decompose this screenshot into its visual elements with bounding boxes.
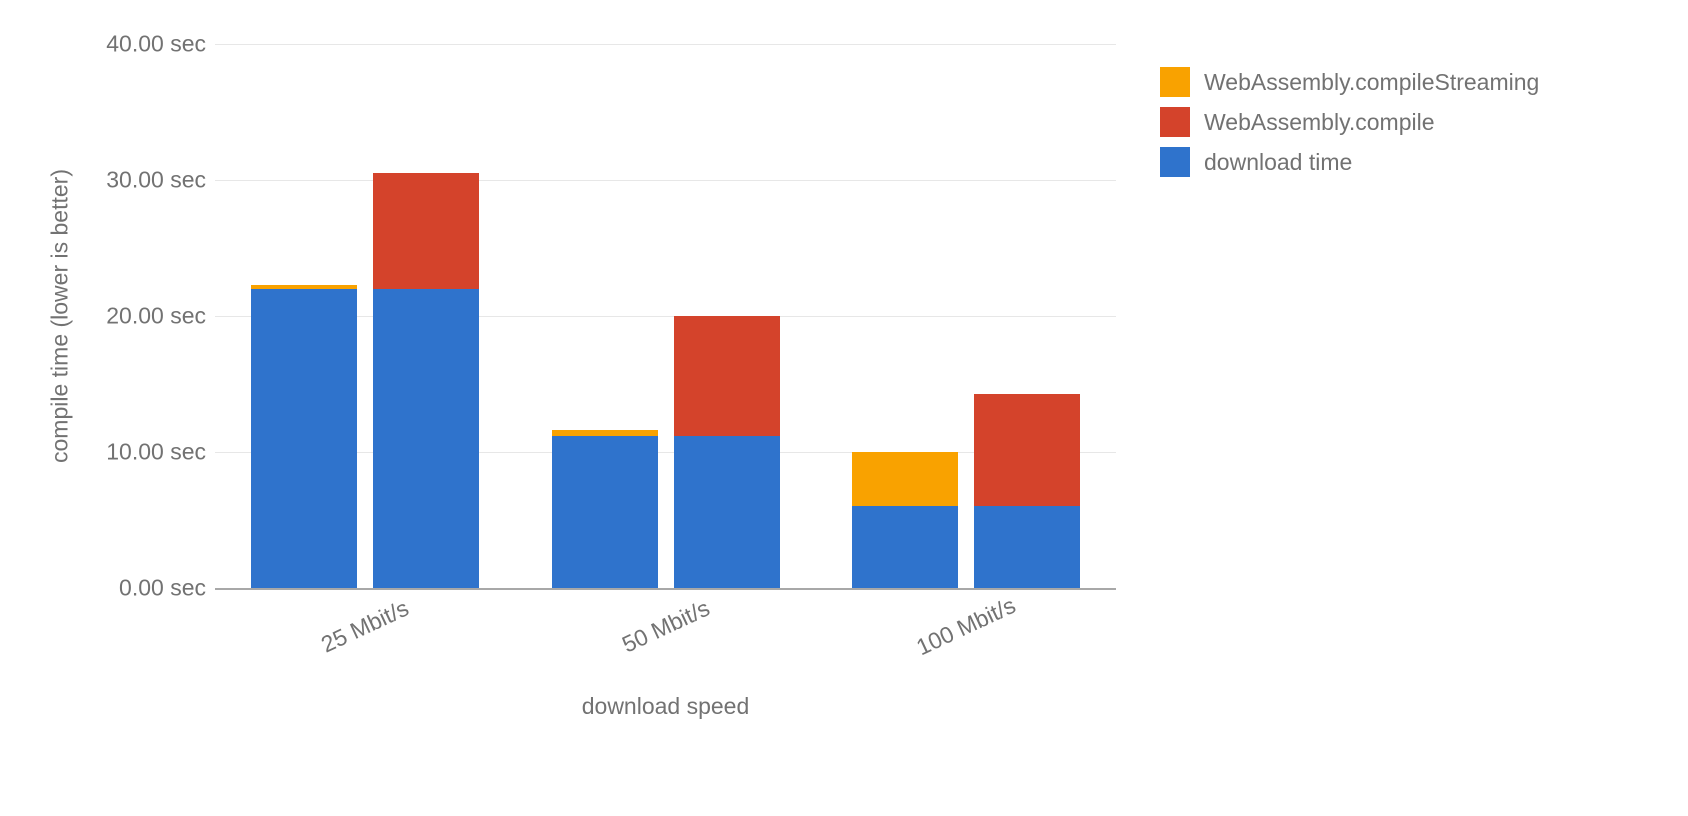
bar-segment [852,452,958,506]
plot-area: download speed 0.00 sec10.00 sec20.00 se… [215,44,1116,590]
bar-segment [251,289,357,588]
y-axis-label: compile time (lower is better) [47,169,74,463]
y-tick-label: 10.00 sec [86,439,206,466]
y-tick-label: 30.00 sec [86,167,206,194]
y-tick-label: 40.00 sec [86,31,206,58]
gridline [215,180,1116,181]
x-axis-label: download speed [215,693,1116,720]
x-tick-label: 50 Mbit/s [569,572,762,681]
gridline [215,44,1116,45]
bar-segment [974,394,1080,507]
bar-segment [674,316,780,436]
bar [251,285,357,588]
legend-swatch [1160,67,1190,97]
bar-segment [373,173,479,289]
legend-label: WebAssembly.compileStreaming [1204,69,1539,96]
bar [974,394,1080,588]
y-tick-label: 20.00 sec [86,303,206,330]
y-tick-label: 0.00 sec [86,575,206,602]
x-tick-label: 100 Mbit/s [869,572,1062,681]
legend: WebAssembly.compileStreaming WebAssembly.… [1160,67,1539,187]
legend-label: WebAssembly.compile [1204,109,1435,136]
legend-item: download time [1160,147,1539,177]
bar [552,430,658,588]
legend-label: download time [1204,149,1352,176]
bar [674,316,780,588]
legend-swatch [1160,107,1190,137]
legend-item: WebAssembly.compile [1160,107,1539,137]
bar-segment [674,436,780,588]
bar-segment [852,506,958,588]
legend-item: WebAssembly.compileStreaming [1160,67,1539,97]
bar-segment [552,436,658,588]
bar [852,452,958,588]
bar-segment [974,506,1080,588]
bar-segment [373,289,479,588]
chart-container: compile time (lower is better) download … [0,0,1688,816]
x-tick-label: 25 Mbit/s [269,572,462,681]
bar [373,173,479,588]
legend-swatch [1160,147,1190,177]
